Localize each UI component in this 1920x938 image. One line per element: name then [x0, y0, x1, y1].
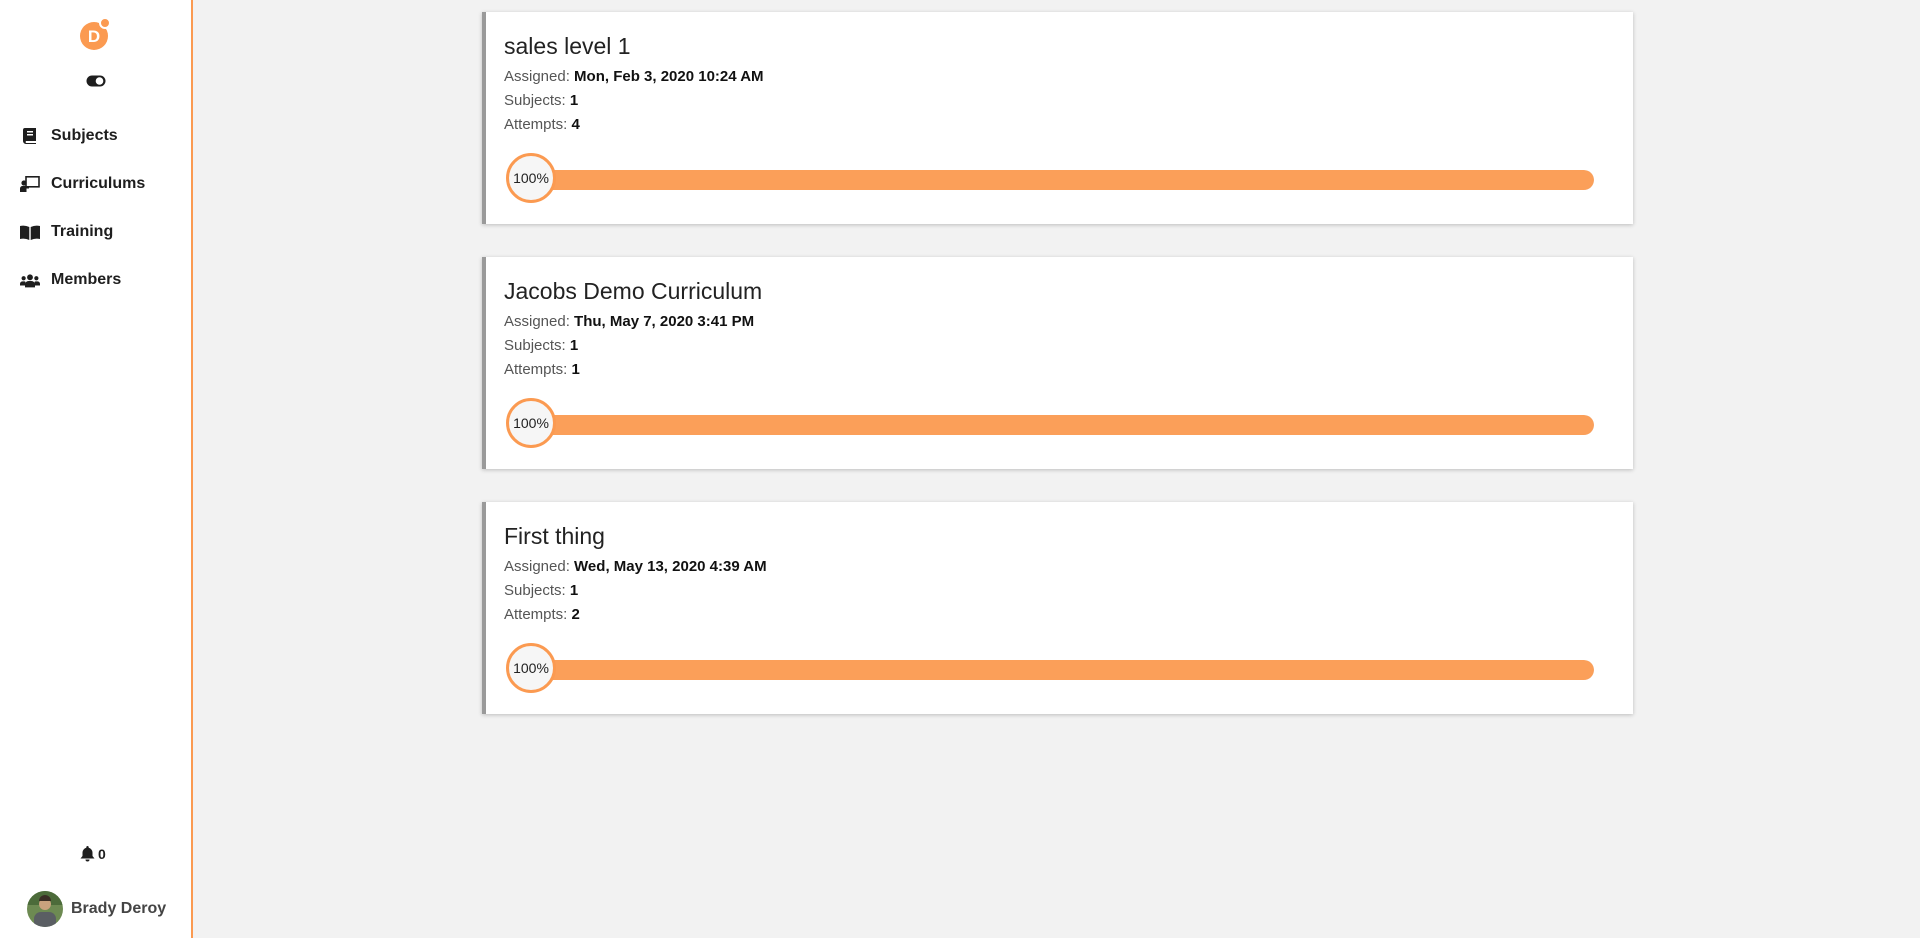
attempts-value: 1	[571, 361, 580, 378]
attempts-label: Attempts:	[504, 606, 568, 623]
curriculum-card[interactable]: First thing Assigned: Wed, May 13, 2020 …	[482, 502, 1633, 714]
assigned-label: Assigned:	[504, 558, 570, 575]
curriculum-card[interactable]: Jacobs Demo Curriculum Assigned: Thu, Ma…	[482, 257, 1633, 469]
users-icon	[20, 271, 40, 289]
subjects-label: Subjects:	[504, 337, 566, 354]
card-title: sales level 1	[504, 33, 631, 59]
notification-count: 0	[98, 846, 106, 862]
book-icon	[20, 127, 40, 145]
progress-bar	[526, 660, 1594, 680]
attempts-value: 2	[571, 606, 580, 623]
progress-percent: 100%	[506, 643, 556, 693]
progress-percent: 100%	[506, 153, 556, 203]
attempts-value: 4	[571, 116, 580, 133]
attempts-row: Attempts: 1	[504, 361, 580, 378]
assigned-label: Assigned:	[504, 313, 570, 330]
subjects-row: Subjects: 1	[504, 337, 578, 354]
sidebar-item-label: Curriculums	[51, 175, 146, 192]
sidebar-item-members[interactable]: Members	[0, 256, 191, 304]
progress-bar	[526, 170, 1594, 190]
bell-icon	[80, 846, 95, 862]
user-name: Brady Deroy	[71, 900, 167, 917]
subjects-value: 1	[569, 337, 579, 354]
sidebar-item-label: Members	[51, 271, 122, 288]
progress-percent: 100%	[506, 398, 556, 448]
attempts-row: Attempts: 2	[504, 606, 580, 623]
sidebar-item-curriculums[interactable]: Curriculums	[0, 160, 191, 208]
curriculum-card[interactable]: sales level 1 Assigned: Mon, Feb 3, 2020…	[482, 12, 1633, 224]
sidebar: D Subjects Curriculums Training Members …	[0, 0, 193, 938]
svg-text:D: D	[88, 27, 100, 46]
assigned-row: Assigned: Wed, May 13, 2020 4:39 AM	[504, 558, 767, 575]
card-title: Jacobs Demo Curriculum	[504, 278, 763, 304]
logo-icon[interactable]: D	[78, 17, 112, 51]
sidebar-item-label: Training	[51, 223, 114, 240]
open-book-icon	[20, 223, 40, 241]
progress-fill	[526, 170, 1594, 190]
assigned-value: Mon, Feb 3, 2020 10:24 AM	[574, 68, 764, 85]
attempts-label: Attempts:	[504, 116, 568, 133]
sidebar-nav: Subjects Curriculums Training Members	[0, 112, 191, 304]
card-title: First thing	[504, 523, 605, 549]
assigned-label: Assigned:	[504, 68, 570, 85]
chalkboard-teacher-icon	[20, 175, 40, 193]
assigned-value: Thu, May 7, 2020 3:41 PM	[574, 313, 755, 330]
assigned-row: Assigned: Thu, May 7, 2020 3:41 PM	[504, 313, 754, 330]
theme-toggle-icon[interactable]	[86, 75, 106, 87]
subjects-label: Subjects:	[504, 582, 566, 599]
sidebar-item-subjects[interactable]: Subjects	[0, 112, 191, 160]
notifications-button[interactable]: 0	[80, 846, 106, 862]
assigned-value: Wed, May 13, 2020 4:39 AM	[574, 558, 767, 575]
subjects-value: 1	[569, 92, 579, 109]
subjects-row: Subjects: 1	[504, 582, 578, 599]
subjects-label: Subjects:	[504, 92, 566, 109]
sidebar-item-training[interactable]: Training	[0, 208, 191, 256]
attempts-row: Attempts: 4	[504, 116, 580, 133]
attempts-label: Attempts:	[504, 361, 568, 378]
progress-bar	[526, 415, 1594, 435]
sidebar-item-label: Subjects	[51, 127, 118, 144]
subjects-row: Subjects: 1	[504, 92, 578, 109]
user-profile[interactable]: Brady Deroy	[27, 891, 166, 927]
progress-fill	[526, 660, 1594, 680]
progress-fill	[526, 415, 1594, 435]
assigned-row: Assigned: Mon, Feb 3, 2020 10:24 AM	[504, 68, 764, 85]
subjects-value: 1	[569, 582, 579, 599]
avatar	[27, 891, 63, 927]
